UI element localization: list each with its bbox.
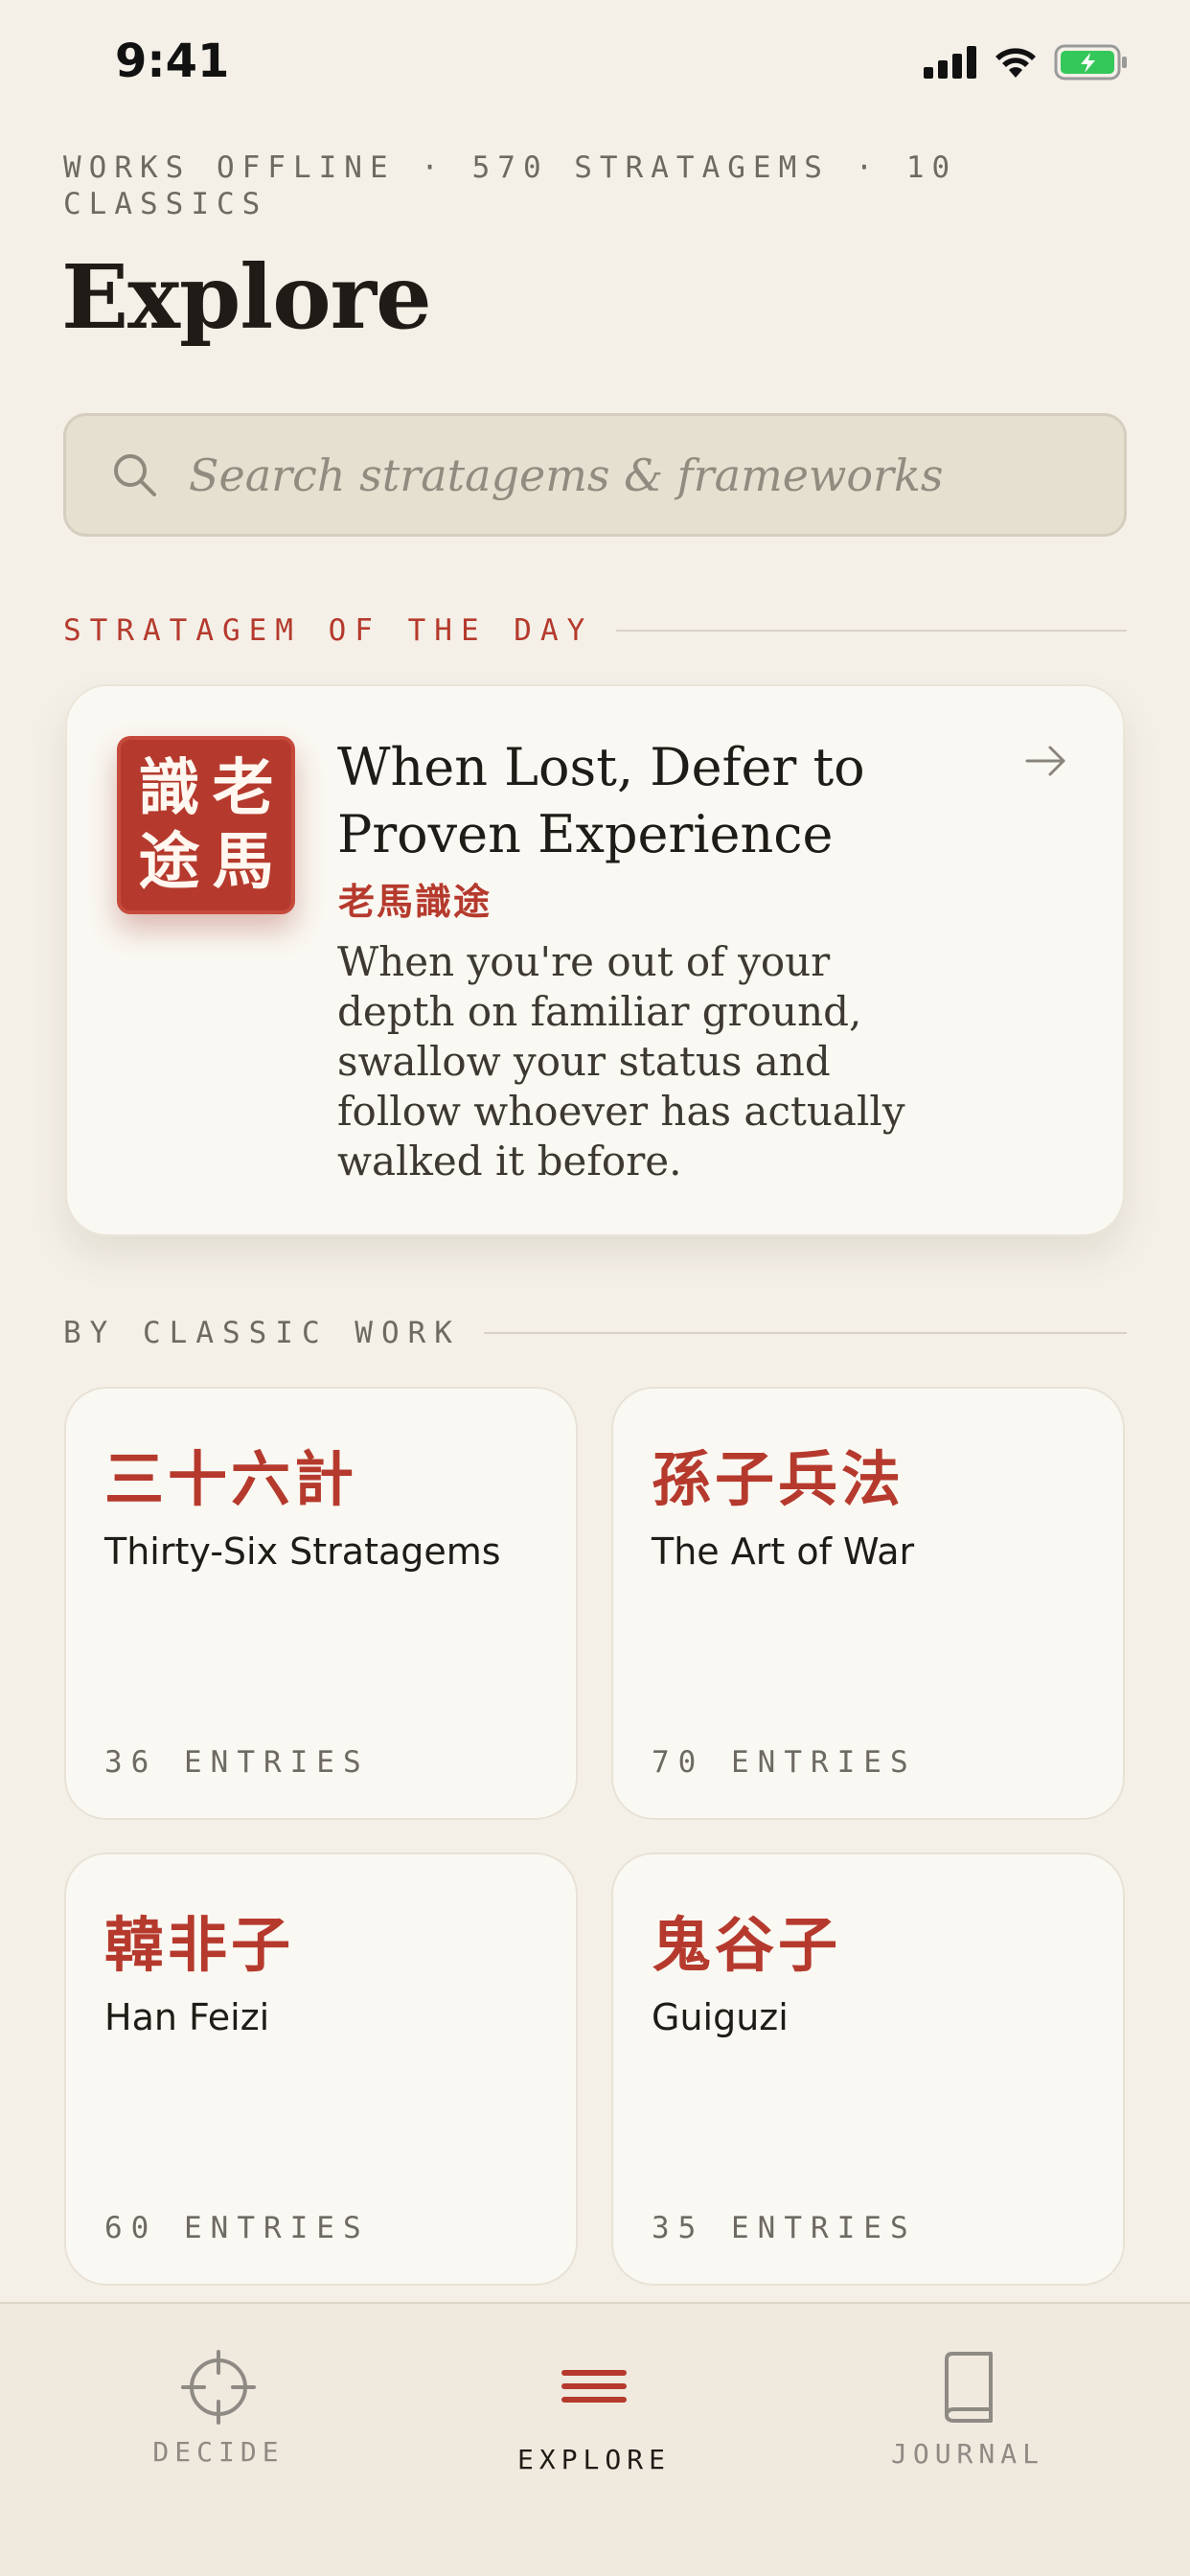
book-icon	[945, 2352, 993, 2423]
offline-meta-text: WORKS OFFLINE · 570 STRATAGEMS · 10 CLAS…	[63, 150, 958, 221]
stratagem-chinese-name: 老馬識途	[338, 881, 492, 923]
classic-english-title: Guiguzi	[652, 1996, 789, 2038]
classic-card-han-feizi[interactable]: 韓非子 Han Feizi 60 ENTRIES	[64, 1852, 578, 2286]
section-label-text: BY CLASSIC WORK	[63, 1316, 461, 1350]
tab-explore[interactable]: EXPLORE	[450, 2350, 738, 2475]
page-title: Explore	[61, 245, 432, 349]
classic-entry-count: 60 ENTRIES	[104, 2211, 370, 2245]
battery-icon	[1054, 44, 1127, 80]
stratagem-of-the-day-label: STRATAGEM OF THE DAY	[63, 613, 1127, 648]
menu-lines-icon	[561, 2370, 627, 2403]
search-bar[interactable]	[63, 413, 1127, 537]
crosshair-icon	[181, 2350, 256, 2425]
signal-icon	[924, 46, 976, 79]
classic-english-title: Thirty-Six Stratagems	[104, 1530, 501, 1573]
classic-chinese-title: 鬼谷子	[652, 1910, 842, 1980]
classic-card-art-of-war[interactable]: 孫子兵法 The Art of War 70 ENTRIES	[611, 1387, 1125, 1820]
section-label-text: STRATAGEM OF THE DAY	[63, 613, 594, 648]
tab-label: JOURNAL	[890, 2438, 1044, 2470]
by-classic-work-label: BY CLASSIC WORK	[63, 1316, 1127, 1350]
classic-card-thirty-six-stratagems[interactable]: 三十六計 Thirty-Six Stratagems 36 ENTRIES	[64, 1387, 578, 1820]
classic-chinese-title: 三十六計	[104, 1444, 358, 1514]
status-icons	[924, 44, 1129, 80]
seal-char: 馬	[212, 826, 274, 898]
stratagem-description: When you're out of your depth on familia…	[337, 938, 905, 1184]
status-bar: 9:41	[0, 0, 1190, 134]
tab-journal[interactable]: JOURNAL	[824, 2350, 1111, 2470]
classic-entry-count: 36 ENTRIES	[104, 1745, 370, 1780]
status-time: 9:41	[115, 34, 230, 88]
section-divider	[616, 630, 1127, 632]
classic-chinese-title: 孫子兵法	[652, 1444, 905, 1514]
seal-stamp: 識 老 途 馬	[117, 736, 295, 914]
classic-entry-count: 35 ENTRIES	[652, 2211, 917, 2245]
classic-entry-count: 70 ENTRIES	[652, 1745, 917, 1780]
classic-english-title: Han Feizi	[104, 1996, 270, 2038]
seal-char: 識	[138, 752, 200, 824]
stratagem-of-the-day-card[interactable]: 識 老 途 馬 When Lost, Defer to Proven Exper…	[65, 684, 1125, 1236]
seal-char: 老	[212, 752, 274, 824]
wifi-icon	[995, 48, 1036, 78]
classic-card-guiguzi[interactable]: 鬼谷子 Guiguzi 35 ENTRIES	[611, 1852, 1125, 2286]
arrow-right-icon[interactable]	[1019, 734, 1073, 788]
tab-label: EXPLORE	[516, 2444, 671, 2475]
stratagem-title: When Lost, Defer to Proven Experience	[337, 737, 865, 864]
search-input[interactable]	[189, 436, 1051, 514]
section-divider	[483, 1332, 1127, 1334]
seal-char: 途	[138, 826, 200, 898]
classic-chinese-title: 韓非子	[104, 1910, 295, 1980]
tab-label: DECIDE	[152, 2436, 285, 2468]
search-icon	[114, 453, 156, 496]
tab-decide[interactable]: DECIDE	[75, 2350, 362, 2468]
tab-bar: DECIDE EXPLORE JOURNAL	[0, 2302, 1190, 2576]
classic-english-title: The Art of War	[652, 1530, 915, 1573]
